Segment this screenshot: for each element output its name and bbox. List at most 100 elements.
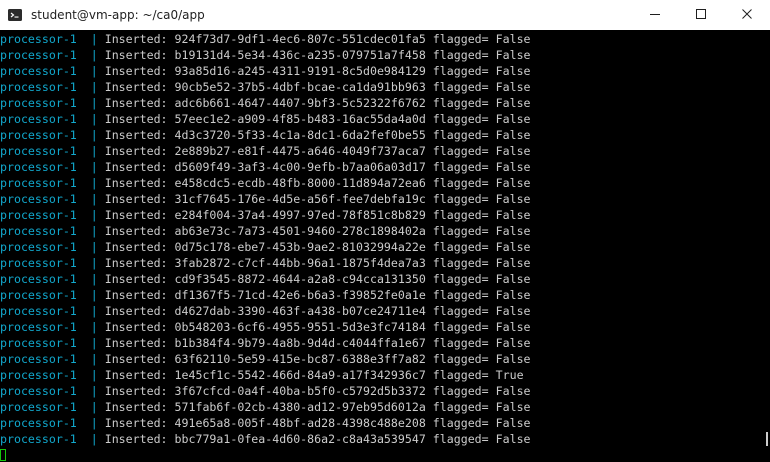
log-record-id: 3fab2872-c7cf-44bb-96a1-1875f4dea7a3	[174, 256, 426, 270]
log-separator: |	[90, 208, 98, 222]
log-label: Inserted:	[104, 128, 168, 142]
log-flag-value: False	[495, 256, 531, 270]
maximize-icon	[696, 6, 706, 24]
log-record-id: 491e65a8-005f-48bf-ad28-4398c488e208	[174, 416, 426, 430]
log-separator: |	[90, 336, 98, 350]
log-separator: |	[90, 272, 98, 286]
log-label: Inserted:	[104, 240, 168, 254]
log-line: processor-1 | Inserted: 90cb5e52-37b5-4d…	[0, 79, 770, 95]
log-flag-label: flagged=	[432, 128, 489, 142]
log-service-name: processor-1	[0, 416, 77, 430]
log-line: processor-1 | Inserted: df1367f5-71cd-42…	[0, 287, 770, 303]
log-label: Inserted:	[104, 432, 168, 446]
log-label: Inserted:	[104, 64, 168, 78]
log-record-id: e284f004-37a4-4997-97ed-78f851c8b829	[174, 208, 426, 222]
log-line: processor-1 | Inserted: 4d3c3720-5f33-4c…	[0, 127, 770, 143]
log-service-name: processor-1	[0, 96, 77, 110]
log-line: processor-1 | Inserted: 491e65a8-005f-48…	[0, 415, 770, 431]
minimize-icon	[650, 6, 660, 24]
log-flag-value: False	[495, 32, 531, 46]
prompt-line[interactable]	[0, 447, 770, 462]
log-flag-label: flagged=	[432, 144, 489, 158]
log-flag-value: False	[495, 336, 531, 350]
log-separator: |	[90, 144, 98, 158]
log-flag-label: flagged=	[432, 272, 489, 286]
log-flag-label: flagged=	[432, 288, 489, 302]
scrollbar-thumb[interactable]	[766, 432, 768, 446]
log-flag-value: False	[495, 64, 531, 78]
log-label: Inserted:	[104, 304, 168, 318]
maximize-button[interactable]	[678, 0, 724, 30]
log-record-id: 90cb5e52-37b5-4dbf-bcae-ca1da91bb963	[174, 80, 426, 94]
log-record-id: 57eec1e2-a909-4f85-b483-16ac55da4a0d	[174, 112, 426, 126]
close-button[interactable]	[724, 0, 770, 30]
log-service-name: processor-1	[0, 368, 77, 382]
log-flag-value: False	[495, 224, 531, 238]
log-service-name: processor-1	[0, 240, 77, 254]
log-separator: |	[90, 304, 98, 318]
log-line: processor-1 | Inserted: bbc779a1-0fea-4d…	[0, 431, 770, 447]
log-flag-value: True	[495, 368, 524, 382]
log-label: Inserted:	[104, 336, 168, 350]
log-line: processor-1 | Inserted: 31cf7645-176e-4d…	[0, 191, 770, 207]
log-service-name: processor-1	[0, 64, 77, 78]
log-flag-value: False	[495, 208, 531, 222]
log-record-id: 4d3c3720-5f33-4c1a-8dc1-6da2fef0be55	[174, 128, 426, 142]
log-flag-label: flagged=	[432, 80, 489, 94]
log-record-id: d4627dab-3390-463f-a438-b07ce24711e4	[174, 304, 426, 318]
log-record-id: 1e45cf1c-5542-466d-84a9-a17f342936c7	[174, 368, 426, 382]
minimize-button[interactable]	[632, 0, 678, 30]
log-flag-value: False	[495, 112, 531, 126]
log-separator: |	[90, 192, 98, 206]
log-label: Inserted:	[104, 400, 168, 414]
log-line: processor-1 | Inserted: d5609f49-3af3-4c…	[0, 159, 770, 175]
log-flag-label: flagged=	[432, 112, 489, 126]
log-flag-value: False	[495, 272, 531, 286]
log-separator: |	[90, 288, 98, 302]
log-service-name: processor-1	[0, 288, 77, 302]
log-line: processor-1 | Inserted: cd9f3545-8872-46…	[0, 271, 770, 287]
log-flag-label: flagged=	[432, 352, 489, 366]
log-service-name: processor-1	[0, 256, 77, 270]
log-flag-value: False	[495, 304, 531, 318]
log-record-id: 31cf7645-176e-4d5e-a56f-fee7debfa19c	[174, 192, 426, 206]
log-label: Inserted:	[104, 48, 168, 62]
log-flag-value: False	[495, 80, 531, 94]
log-flag-value: False	[495, 400, 531, 414]
log-service-name: processor-1	[0, 192, 77, 206]
log-label: Inserted:	[104, 256, 168, 270]
log-flag-value: False	[495, 128, 531, 142]
log-flag-label: flagged=	[432, 320, 489, 334]
log-label: Inserted:	[104, 208, 168, 222]
log-flag-label: flagged=	[432, 224, 489, 238]
log-service-name: processor-1	[0, 336, 77, 350]
window-title: student@vm-app: ~/ca0/app	[31, 8, 205, 22]
log-record-id: b19131d4-5e34-436c-a235-079751a7f458	[174, 48, 426, 62]
log-label: Inserted:	[104, 176, 168, 190]
log-label: Inserted:	[104, 80, 168, 94]
log-record-id: d5609f49-3af3-4c00-9efb-b7aa06a03d17	[174, 160, 426, 174]
log-flag-value: False	[495, 176, 531, 190]
log-flag-label: flagged=	[432, 368, 489, 382]
log-label: Inserted:	[104, 272, 168, 286]
log-service-name: processor-1	[0, 80, 77, 94]
log-flag-value: False	[495, 384, 531, 398]
log-line: processor-1 | Inserted: b1b384f4-9b79-4a…	[0, 335, 770, 351]
log-line: processor-1 | Inserted: 57eec1e2-a909-4f…	[0, 111, 770, 127]
log-service-name: processor-1	[0, 224, 77, 238]
log-separator: |	[90, 48, 98, 62]
log-separator: |	[90, 160, 98, 174]
title-bar[interactable]: student@vm-app: ~/ca0/app	[0, 0, 770, 30]
log-label: Inserted:	[104, 144, 168, 158]
log-line: processor-1 | Inserted: 0d75c178-ebe7-45…	[0, 239, 770, 255]
log-line: processor-1 | Inserted: 3f67cfcd-0a4f-40…	[0, 383, 770, 399]
log-separator: |	[90, 400, 98, 414]
log-record-id: 0b548203-6cf6-4955-9551-5d3e3fc74184	[174, 320, 426, 334]
log-line: processor-1 | Inserted: 0b548203-6cf6-49…	[0, 319, 770, 335]
log-record-id: cd9f3545-8872-4644-a2a8-c94cca131350	[174, 272, 426, 286]
terminal-output[interactable]: processor-1 | Inserted: 924f73d7-9df1-4e…	[0, 30, 770, 462]
log-record-id: adc6b661-4647-4407-9bf3-5c52322f6762	[174, 96, 426, 110]
terminal-cursor	[0, 449, 6, 461]
log-record-id: 2e889b27-e81f-4475-a646-4049f737aca7	[174, 144, 426, 158]
log-separator: |	[90, 432, 98, 446]
